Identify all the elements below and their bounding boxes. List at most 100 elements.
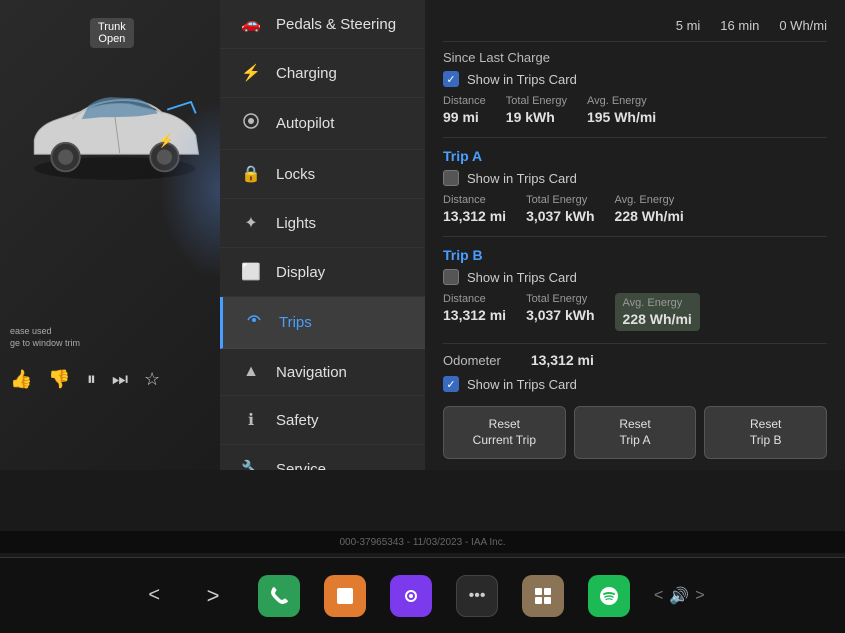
volume-icon: 🔊	[669, 586, 689, 606]
top-energy: 0 Wh/mi	[779, 18, 827, 33]
volume-left-arrow[interactable]: <	[654, 587, 663, 605]
sidebar-item-navigation[interactable]: ▲ Navigation	[220, 349, 425, 396]
since-last-charge-section: Since Last Charge Show in Trips Card Dis…	[443, 50, 827, 125]
reset-trip-b-button[interactable]: ResetTrip B	[704, 406, 827, 459]
thumbs-down-icon[interactable]: 👎	[48, 369, 70, 390]
trip-a-total-energy: Total Energy 3,037 kWh	[526, 194, 594, 224]
since-charge-show-label: Show in Trips Card	[467, 72, 577, 87]
trip-a-avg-energy: Avg. Energy 228 Wh/mi	[615, 194, 684, 224]
top-distance: 5 mi	[676, 18, 701, 33]
sidebar-item-label: Display	[276, 264, 325, 281]
pause-icon[interactable]: ⏸	[87, 369, 96, 390]
navigation-icon: ▲	[240, 363, 262, 381]
service-icon: 🔧	[240, 459, 262, 470]
odometer-label: Odometer	[443, 353, 501, 368]
ease-used-text: ease used ge to window trim	[10, 325, 80, 350]
next-icon[interactable]: ⏭	[112, 369, 128, 390]
favorite-icon[interactable]: ☆	[144, 369, 160, 390]
trip-b-distance: Distance 13,312 mi	[443, 293, 506, 331]
trip-a-checkbox[interactable]	[443, 170, 459, 186]
sidebar-item-label: Navigation	[276, 364, 347, 381]
reset-trip-a-button[interactable]: ResetTrip A	[574, 406, 697, 459]
trip-a-show-label: Show in Trips Card	[467, 171, 577, 186]
nav-left-arrow[interactable]: <	[140, 576, 168, 615]
car-glow	[160, 100, 220, 280]
sidebar-item-lights[interactable]: ✦ Lights	[220, 199, 425, 248]
odometer-show-trips-row[interactable]: Show in Trips Card	[443, 376, 827, 392]
volume-right-arrow[interactable]: >	[695, 587, 704, 605]
trip-b-show-label: Show in Trips Card	[467, 270, 577, 285]
trip-a-distance: Distance 13,312 mi	[443, 194, 506, 224]
settings-sidebar: 🚗 Pedals & Steering ⚡ Charging Autopilot…	[220, 0, 425, 470]
nav-right-arrow[interactable]: >	[192, 575, 234, 617]
volume-control[interactable]: < 🔊 >	[654, 586, 705, 606]
since-charge-checkbox[interactable]	[443, 71, 459, 87]
sidebar-item-display[interactable]: ⬜ Display	[220, 248, 425, 297]
sidebar-item-label: Lights	[276, 215, 316, 232]
odometer-value: 13,312 mi	[531, 352, 594, 368]
since-charge-show-trips-row[interactable]: Show in Trips Card	[443, 71, 827, 87]
sidebar-item-label: Autopilot	[276, 115, 334, 132]
odometer-row: Odometer 13,312 mi	[443, 352, 827, 368]
display-icon: ⬜	[240, 262, 262, 282]
sidebar-item-charging[interactable]: ⚡ Charging	[220, 49, 425, 98]
sidebar-item-trips[interactable]: Trips	[220, 297, 425, 349]
trip-b-stats: Distance 13,312 mi Total Energy 3,037 kW…	[443, 293, 827, 331]
odometer-section: Odometer 13,312 mi Show in Trips Card	[443, 352, 827, 392]
trip-a-header: Trip A	[443, 148, 827, 164]
sidebar-item-label: Charging	[276, 65, 337, 82]
since-charge-avg-energy: Avg. Energy 195 Wh/mi	[587, 95, 656, 125]
orange-app-icon[interactable]	[324, 575, 366, 617]
lock-icon: 🔒	[240, 164, 262, 184]
sidebar-item-label: Trips	[279, 314, 312, 331]
trip-b-total-energy: Total Energy 3,037 kWh	[526, 293, 594, 331]
top-time: 16 min	[720, 18, 759, 33]
trip-a-show-trips-row[interactable]: Show in Trips Card	[443, 170, 827, 186]
trip-b-section: Trip B Show in Trips Card Distance 13,31…	[443, 247, 827, 331]
divider-3	[443, 343, 827, 344]
charging-icon: ⚡	[240, 63, 262, 83]
dots-icon[interactable]: •••	[456, 575, 498, 617]
pedals-icon: 🚗	[240, 14, 262, 34]
media-controls: 👍 👎 ⏸ ⏭ ☆	[10, 369, 160, 390]
trip-b-checkbox[interactable]	[443, 269, 459, 285]
footer: 000-37965343 - 11/03/2023 - IAA Inc.	[0, 531, 845, 553]
footer-text: 000-37965343 - 11/03/2023 - IAA Inc.	[339, 537, 505, 548]
grid-app-icon[interactable]	[522, 575, 564, 617]
since-last-charge-label: Since Last Charge	[443, 50, 827, 65]
sidebar-item-safety[interactable]: ℹ Safety	[220, 396, 425, 445]
since-charge-distance: Distance 99 mi	[443, 95, 486, 125]
odometer-checkbox[interactable]	[443, 376, 459, 392]
sidebar-item-locks[interactable]: 🔒 Locks	[220, 150, 425, 199]
sidebar-item-service[interactable]: 🔧 Service	[220, 445, 425, 470]
reset-buttons-row: ResetCurrent Trip ResetTrip A ResetTrip …	[443, 406, 827, 459]
sidebar-item-label: Service	[276, 461, 326, 471]
divider-2	[443, 236, 827, 237]
trip-a-stats: Distance 13,312 mi Total Energy 3,037 kW…	[443, 194, 827, 224]
trips-icon	[243, 311, 265, 334]
camera-app-icon[interactable]	[390, 575, 432, 617]
trips-content: 5 mi 16 min 0 Wh/mi Since Last Charge Sh…	[425, 0, 845, 470]
phone-icon[interactable]	[258, 575, 300, 617]
autopilot-icon	[240, 112, 262, 135]
odometer-show-label: Show in Trips Card	[467, 377, 577, 392]
safety-icon: ℹ	[240, 410, 262, 430]
taskbar: < > ••• < 🔊	[0, 557, 845, 633]
spotify-icon[interactable]	[588, 575, 630, 617]
sidebar-item-label: Safety	[276, 412, 319, 429]
trunk-status: Trunk Open	[90, 18, 134, 48]
sidebar-item-label: Pedals & Steering	[276, 16, 396, 33]
since-charge-stats: Distance 99 mi Total Energy 19 kWh Avg. …	[443, 95, 827, 125]
sidebar-item-autopilot[interactable]: Autopilot	[220, 98, 425, 150]
since-charge-total-energy: Total Energy 19 kWh	[506, 95, 567, 125]
car-panel: Trunk Open ⚡ ease used ge to window trim…	[0, 0, 220, 470]
trip-b-show-trips-row[interactable]: Show in Trips Card	[443, 269, 827, 285]
sidebar-item-label: Locks	[276, 166, 315, 183]
trip-a-section: Trip A Show in Trips Card Distance 13,31…	[443, 148, 827, 224]
trip-b-header: Trip B	[443, 247, 827, 263]
reset-current-trip-button[interactable]: ResetCurrent Trip	[443, 406, 566, 459]
sidebar-item-pedals-steering[interactable]: 🚗 Pedals & Steering	[220, 0, 425, 49]
top-stats-row: 5 mi 16 min 0 Wh/mi	[443, 10, 827, 42]
lights-icon: ✦	[240, 213, 262, 233]
thumbs-up-icon[interactable]: 👍	[10, 369, 32, 390]
